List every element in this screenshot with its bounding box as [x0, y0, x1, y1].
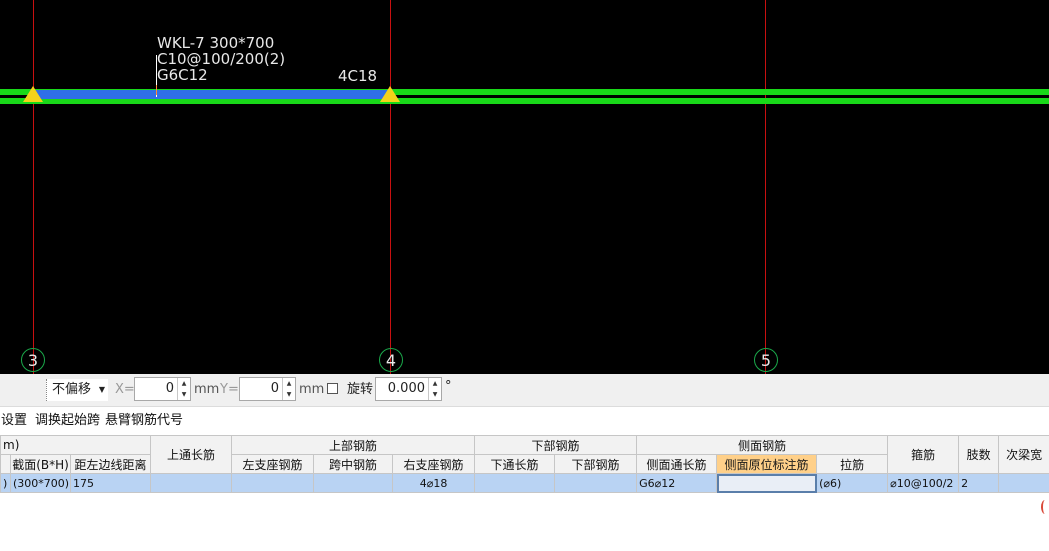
axis-bubble-3: 3 — [21, 348, 45, 372]
cell-side-continuous[interactable]: G6⌀12 — [636, 473, 718, 493]
menu-swap-start-span[interactable]: 调换起始跨 — [35, 412, 100, 430]
cell-top-continuous[interactable] — [150, 473, 233, 493]
span-rebar-annotation[interactable]: 4C18 — [338, 68, 377, 84]
rotate-checkbox[interactable] — [327, 383, 338, 394]
x-unit: mm — [194, 382, 220, 397]
header-stirrup: 箍筋 — [887, 435, 960, 474]
header-partial: m) — [0, 435, 152, 455]
cell-edge-distance[interactable]: 175 — [69, 473, 152, 493]
header-top-rebar: 上部钢筋 — [231, 435, 476, 455]
header-legs: 肢数 — [958, 435, 1000, 474]
corner-edge-icon — [1041, 500, 1049, 514]
header-bottom-part: 下部钢筋 — [554, 454, 638, 474]
cell-secondary[interactable] — [998, 473, 1049, 493]
x-label: X= — [115, 382, 135, 397]
cell-side-in-place[interactable] — [716, 473, 818, 493]
beam-rebar-table: m) 上通长筋 上部钢筋 下部钢筋 侧面钢筋 箍筋 肢数 次梁宽 截面(B*H)… — [0, 435, 1049, 493]
axis-bubble-4: 4 — [379, 348, 403, 372]
header-blank — [0, 454, 11, 474]
x-input-value: 0 — [165, 381, 174, 396]
rotate-label: 旋转 — [347, 382, 374, 397]
cell-tie[interactable]: (⌀6) — [816, 473, 889, 493]
header-left-support: 左支座钢筋 — [231, 454, 315, 474]
cell-stirrup[interactable]: ⌀10@100/2 — [887, 473, 960, 493]
rotate-input[interactable]: 0.000 ▲ ▼ — [375, 377, 442, 401]
cell-bottom-part[interactable] — [554, 473, 638, 493]
header-bottom-continuous: 下通长筋 — [474, 454, 556, 474]
offset-select-value: 不偏移 — [52, 382, 92, 397]
header-side-rebar: 侧面钢筋 — [636, 435, 889, 455]
offset-select[interactable]: 不偏移 ▼ — [46, 379, 108, 401]
cell-first[interactable]: ) — [0, 473, 11, 493]
y-unit: mm — [299, 382, 325, 397]
table-row[interactable]: ) (300*700) 175 4⌀18 G6⌀12 (⌀6) ⌀10@100/… — [0, 473, 1049, 493]
axis-bubble-5: 5 — [754, 348, 778, 372]
table-header-row: m) 上通长筋 上部钢筋 下部钢筋 侧面钢筋 箍筋 肢数 次梁宽 — [0, 435, 1049, 474]
cell-legs[interactable]: 2 — [958, 473, 1000, 493]
y-label: Y= — [220, 382, 239, 397]
menu-settings[interactable]: 设置 — [1, 412, 27, 430]
y-input[interactable]: 0 ▲ ▼ — [239, 377, 296, 401]
selected-beam-span[interactable] — [33, 90, 390, 99]
cell-right-support[interactable]: 4⌀18 — [392, 473, 476, 493]
y-input-value: 0 — [270, 381, 279, 396]
header-tie: 拉筋 — [816, 454, 889, 474]
axis-line-3 — [33, 0, 34, 374]
x-spinner-icon[interactable]: ▲ ▼ — [177, 378, 190, 400]
header-side-continuous: 侧面通长筋 — [636, 454, 718, 474]
beam-label-side-rebar[interactable]: G6C12 — [157, 67, 208, 83]
header-right-support: 右支座钢筋 — [392, 454, 476, 474]
header-secondary-beam: 次梁宽 — [998, 435, 1049, 474]
x-input[interactable]: 0 ▲ ▼ — [134, 377, 191, 401]
rotate-spinner-icon[interactable]: ▲ ▼ — [428, 378, 441, 400]
axis-line-4 — [390, 0, 391, 374]
beam-label-name[interactable]: WKL-7 300*700 — [157, 35, 274, 51]
axis-line-5 — [765, 0, 766, 374]
rotate-input-value: 0.000 — [387, 381, 425, 396]
cell-section[interactable]: (300*700) — [10, 473, 71, 493]
support-marker-left — [23, 86, 43, 102]
menu-cantilever-rebar-code[interactable]: 悬臂钢筋代号 — [105, 412, 183, 430]
label-leader-tick — [156, 85, 157, 95]
beam-label-stirrup[interactable]: C10@100/200(2) — [157, 51, 285, 67]
header-bottom-rebar: 下部钢筋 — [474, 435, 638, 455]
cell-mid-span[interactable] — [313, 473, 394, 493]
header-edge-distance: 距左边线距离 — [69, 454, 152, 474]
support-marker-right — [380, 86, 400, 102]
cad-canvas[interactable]: WKL-7 300*700 C10@100/200(2) G6C12 4C18 … — [0, 0, 1049, 374]
header-mid-span: 跨中钢筋 — [313, 454, 394, 474]
header-side-in-place: 侧面原位标注筋 — [716, 454, 818, 474]
header-top-continuous: 上通长筋 — [150, 435, 233, 474]
y-spinner-icon[interactable]: ▲ ▼ — [282, 378, 295, 400]
cell-left-support[interactable] — [231, 473, 315, 493]
beam-menu-bar: 设置 调换起始跨 悬臂钢筋代号 — [0, 407, 1049, 434]
header-section: 截面(B*H) — [10, 454, 71, 474]
chevron-down-icon: ▼ — [98, 385, 105, 394]
coordinate-toolbar: 不偏移 ▼ X= 0 ▲ ▼ mm Y= 0 ▲ ▼ mm 旋转 0.000 ▲ ▼ … — [0, 374, 1049, 407]
degree-symbol: ° — [445, 379, 452, 394]
cell-bottom-continuous[interactable] — [474, 473, 556, 493]
